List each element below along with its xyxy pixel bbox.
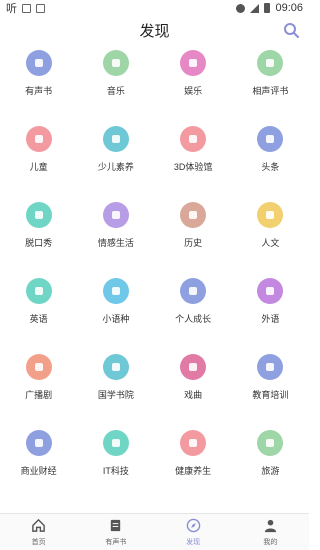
tab-label: 有声书 <box>105 538 127 546</box>
category-item[interactable]: 小语种 <box>77 274 154 350</box>
smile-icon <box>180 50 207 76</box>
category-item[interactable]: 娱乐 <box>155 46 232 122</box>
category-label: 脱口秀 <box>25 238 53 248</box>
category-item[interactable]: 国学书院 <box>77 350 154 426</box>
en-icon <box>257 278 284 304</box>
chat-icon <box>102 278 129 304</box>
download-notification-icon <box>36 3 45 13</box>
cube-icon <box>180 126 207 152</box>
tv-icon <box>180 278 207 304</box>
category-label: 旅游 <box>261 466 280 476</box>
radio-icon <box>25 354 52 380</box>
category-item[interactable]: 广播剧 <box>0 350 77 426</box>
category-label: 教育培训 <box>252 390 289 400</box>
category-label: 3D体验馆 <box>173 162 213 172</box>
book-icon <box>25 50 52 76</box>
page-title: 发现 <box>139 22 170 40</box>
category-item[interactable]: 情感生活 <box>77 198 154 274</box>
audiobook-icon <box>108 518 123 537</box>
tab-compass[interactable]: 发现 <box>155 514 232 550</box>
category-item[interactable]: 头条 <box>232 122 309 198</box>
heart-icon <box>102 202 129 228</box>
newspaper-icon <box>257 126 284 152</box>
category-item[interactable]: 英语 <box>0 274 77 350</box>
opera-mask-icon <box>180 354 207 380</box>
category-item[interactable]: 商业财经 <box>0 426 77 502</box>
category-item[interactable]: 人文 <box>232 198 309 274</box>
category-label: 头条 <box>261 162 280 172</box>
category-item[interactable]: 有声书 <box>0 46 77 122</box>
tab-label: 我的 <box>263 538 278 546</box>
category-label: 儿童 <box>29 162 48 172</box>
header: 发现 <box>0 16 309 44</box>
fan-icon <box>257 50 284 76</box>
category-grid: 有声书 音乐 娱乐 相声评书儿童 少儿素养 3D体验馆 头条脱口秀 情感生活 历史 人文英语 小语种… <box>0 46 309 502</box>
category-label: 戏曲 <box>184 390 203 400</box>
category-item[interactable]: 3D体验馆 <box>155 122 232 198</box>
category-label: 娱乐 <box>184 86 203 96</box>
compass-icon <box>186 518 201 537</box>
graduation-cap-icon <box>102 354 129 380</box>
tab-label: 发现 <box>186 538 201 546</box>
category-label: 国学书院 <box>97 390 134 400</box>
category-label: 小语种 <box>102 314 130 324</box>
bottom-tab-bar: 首页 有声书 发现 我的 <box>0 513 309 550</box>
tab-label: 首页 <box>31 538 46 546</box>
music-icon <box>102 50 129 76</box>
category-item[interactable]: 外语 <box>232 274 309 350</box>
category-label: 有声书 <box>25 86 53 96</box>
category-item[interactable]: IT科技 <box>77 426 154 502</box>
category-label: 少儿素养 <box>97 162 134 172</box>
search-icon[interactable] <box>283 22 299 38</box>
category-item[interactable]: 历史 <box>155 198 232 274</box>
category-label: 广播剧 <box>25 390 53 400</box>
home-icon <box>31 518 46 537</box>
english-book-icon <box>25 278 52 304</box>
category-item[interactable]: 戏曲 <box>155 350 232 426</box>
tab-user[interactable]: 我的 <box>232 514 309 550</box>
cup-icon <box>180 430 207 456</box>
category-item[interactable]: 相声评书 <box>232 46 309 122</box>
bear-icon <box>25 126 52 152</box>
app-brand-icon: 听 <box>6 3 17 15</box>
battery-icon <box>264 3 271 13</box>
category-label: 商业财经 <box>20 466 57 476</box>
microphone-icon <box>25 202 52 228</box>
medal-icon <box>257 354 284 380</box>
signal-icon <box>250 3 260 13</box>
status-bar: 听 09:06 <box>0 0 309 16</box>
category-item[interactable]: 个人成长 <box>155 274 232 350</box>
tab-home[interactable]: 首页 <box>0 514 77 550</box>
image-notification-icon <box>22 3 31 13</box>
chart-icon <box>25 430 52 456</box>
category-label: 情感生活 <box>97 238 134 248</box>
category-item[interactable]: 教育培训 <box>232 350 309 426</box>
category-label: 外语 <box>261 314 280 324</box>
category-item[interactable]: 脱口秀 <box>0 198 77 274</box>
category-item[interactable]: 儿童 <box>0 122 77 198</box>
brush-icon <box>257 202 284 228</box>
category-item[interactable]: 音乐 <box>77 46 154 122</box>
graduation-cap-icon <box>102 126 129 152</box>
category-label: 人文 <box>261 238 280 248</box>
category-label: 个人成长 <box>175 314 212 324</box>
tab-audiobook[interactable]: 有声书 <box>77 514 154 550</box>
category-item[interactable]: 健康养生 <box>155 426 232 502</box>
category-label: IT科技 <box>102 466 129 476</box>
category-item[interactable]: 旅游 <box>232 426 309 502</box>
category-label: 英语 <box>29 314 48 324</box>
user-icon <box>263 518 278 537</box>
category-label: 健康养生 <box>175 466 212 476</box>
clock-time: 09:06 <box>275 2 303 14</box>
category-label: 历史 <box>184 238 203 248</box>
category-label: 音乐 <box>106 86 125 96</box>
dnd-icon <box>236 3 246 13</box>
temple-icon <box>180 202 207 228</box>
category-item[interactable]: 少儿素养 <box>77 122 154 198</box>
chip-icon <box>102 430 129 456</box>
category-label: 相声评书 <box>252 86 289 96</box>
plane-icon <box>257 430 284 456</box>
